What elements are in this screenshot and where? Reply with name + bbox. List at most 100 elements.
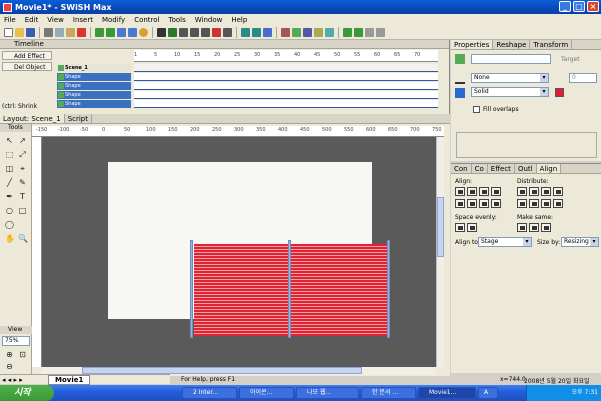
export-icon[interactable]	[263, 28, 272, 37]
insert-sound-icon[interactable]	[314, 28, 323, 37]
fill-style-select[interactable]: Solid ▾	[471, 87, 549, 97]
move-down-icon[interactable]	[106, 28, 115, 37]
layer-row[interactable]: Shape	[57, 100, 131, 108]
same-size-button[interactable]	[541, 223, 551, 232]
ellipse-tool-icon[interactable]: ○	[5, 206, 14, 215]
start-button[interactable]: 시작	[0, 385, 54, 401]
scene-prev-icon[interactable]	[343, 28, 352, 37]
scene-next-icon[interactable]	[354, 28, 363, 37]
new-icon[interactable]	[4, 28, 13, 37]
menu-modify[interactable]: Modify	[102, 16, 125, 24]
preview-icon[interactable]	[241, 28, 250, 37]
scene-tab[interactable]: Movie1	[48, 375, 91, 385]
distribute-center-button[interactable]	[529, 187, 539, 196]
rewind-icon[interactable]	[179, 28, 188, 37]
align-left-button[interactable]	[455, 187, 465, 196]
select-tool-icon[interactable]: ↖	[5, 136, 14, 145]
transform-tool-icon[interactable]: ⤢	[18, 150, 27, 159]
zoom-fit-icon[interactable]: ⊡	[18, 350, 27, 359]
same-height-button[interactable]	[529, 223, 539, 232]
tab-properties[interactable]: Properties	[451, 40, 494, 49]
tab-reshape[interactable]: Reshape	[493, 40, 531, 49]
fill-transform-tool-icon[interactable]: ◫	[5, 164, 14, 173]
paste-icon[interactable]	[66, 28, 75, 37]
rectangle-tool-icon[interactable]: □	[18, 206, 27, 215]
tab-co[interactable]: Co	[472, 164, 488, 173]
open-icon[interactable]	[15, 28, 24, 37]
align-height-button[interactable]	[491, 199, 501, 208]
ungroup-icon[interactable]	[128, 28, 137, 37]
canvas-area[interactable]	[42, 137, 436, 367]
tab-content[interactable]: Con	[451, 164, 472, 173]
vertical-scrollbar[interactable]	[436, 137, 444, 367]
vertical-scroll-thumb[interactable]	[437, 197, 444, 257]
pencil-tool-icon[interactable]: ✎	[18, 178, 27, 187]
align-center-button[interactable]	[467, 187, 477, 196]
left-post-shape[interactable]	[190, 240, 193, 338]
taskbar-item[interactable]: 나모 웹...	[296, 387, 359, 399]
layer-row[interactable]: Shape	[57, 82, 131, 90]
step-forward-icon[interactable]	[201, 28, 210, 37]
test-icon[interactable]	[252, 28, 261, 37]
add-effect-button[interactable]: Add Effect	[2, 51, 52, 60]
maximize-button[interactable]: □	[573, 1, 585, 12]
taskbar-item[interactable]: Movie1...	[418, 387, 476, 399]
line-tool-icon[interactable]: ╱	[5, 178, 14, 187]
menu-control[interactable]: Control	[134, 16, 159, 24]
end-icon[interactable]	[223, 28, 232, 37]
taskbar-item[interactable]: 한 문서 ...	[361, 387, 416, 399]
move-up-icon[interactable]	[95, 28, 104, 37]
stop-icon[interactable]	[157, 28, 166, 37]
align-top-button[interactable]	[455, 199, 465, 208]
align-middle-button[interactable]	[467, 199, 477, 208]
cut-icon[interactable]	[44, 28, 53, 37]
layer-row[interactable]: Shape	[57, 73, 131, 81]
distribute-right-button[interactable]	[541, 187, 551, 196]
del-object-button[interactable]: Del Object	[2, 62, 52, 71]
tab-outline[interactable]: Outl	[515, 164, 537, 173]
menu-edit[interactable]: Edit	[25, 16, 39, 24]
align-width-button[interactable]	[491, 187, 501, 196]
distribute-middle-button[interactable]	[529, 199, 539, 208]
distribute-bottom-button[interactable]	[541, 199, 551, 208]
insert-text-icon[interactable]	[292, 28, 301, 37]
zoom-in-icon[interactable]: ⊕	[5, 350, 14, 359]
menu-window[interactable]: Window	[195, 16, 223, 24]
horizontal-scroll-thumb[interactable]	[82, 367, 362, 374]
menu-file[interactable]: File	[4, 16, 16, 24]
fill-overlaps-checkbox[interactable]	[473, 106, 480, 113]
line-style-select[interactable]: None ▾	[471, 73, 549, 83]
same-width-button[interactable]	[517, 223, 527, 232]
distribute-height-button[interactable]	[553, 199, 563, 208]
insert-shape-icon[interactable]	[281, 28, 290, 37]
play-icon[interactable]	[168, 28, 177, 37]
line-width-field[interactable]: 0	[569, 73, 597, 83]
align-right-button[interactable]	[479, 187, 489, 196]
tab-align[interactable]: Align	[536, 164, 562, 173]
hand-tool-icon[interactable]: ✋	[5, 234, 15, 243]
scene-row[interactable]: Scene_1	[57, 64, 131, 72]
align-bottom-button[interactable]	[479, 199, 489, 208]
middle-post-shape[interactable]	[288, 240, 291, 338]
insert-sprite-icon[interactable]	[325, 28, 334, 37]
step-back-icon[interactable]	[190, 28, 199, 37]
reshape-tool-icon[interactable]: ⌖	[18, 164, 27, 173]
size-by-select[interactable]: Resizing ▾	[561, 237, 599, 247]
name-field[interactable]	[471, 54, 551, 64]
tab-layout[interactable]: Layout: Scene_1	[0, 114, 65, 123]
layer-row[interactable]: Shape	[57, 91, 131, 99]
copy-icon[interactable]	[55, 28, 64, 37]
tab-effect[interactable]: Effect	[488, 164, 515, 173]
distribute-left-button[interactable]	[517, 187, 527, 196]
taskbar-item[interactable]: A	[478, 387, 498, 399]
record-icon[interactable]	[212, 28, 221, 37]
menu-tools[interactable]: Tools	[169, 16, 186, 24]
taskbar-item[interactable]: 2 Inter...	[182, 387, 237, 399]
tab-transform[interactable]: Transform	[530, 40, 573, 49]
space-horizontal-button[interactable]	[455, 223, 465, 232]
autoshape-tool-icon[interactable]: ◯	[5, 220, 14, 229]
zoom-select[interactable]: 75%	[2, 336, 30, 346]
right-post-shape[interactable]	[387, 240, 390, 338]
settings-icon[interactable]	[376, 28, 385, 37]
tab-script[interactable]: Script	[65, 114, 92, 123]
